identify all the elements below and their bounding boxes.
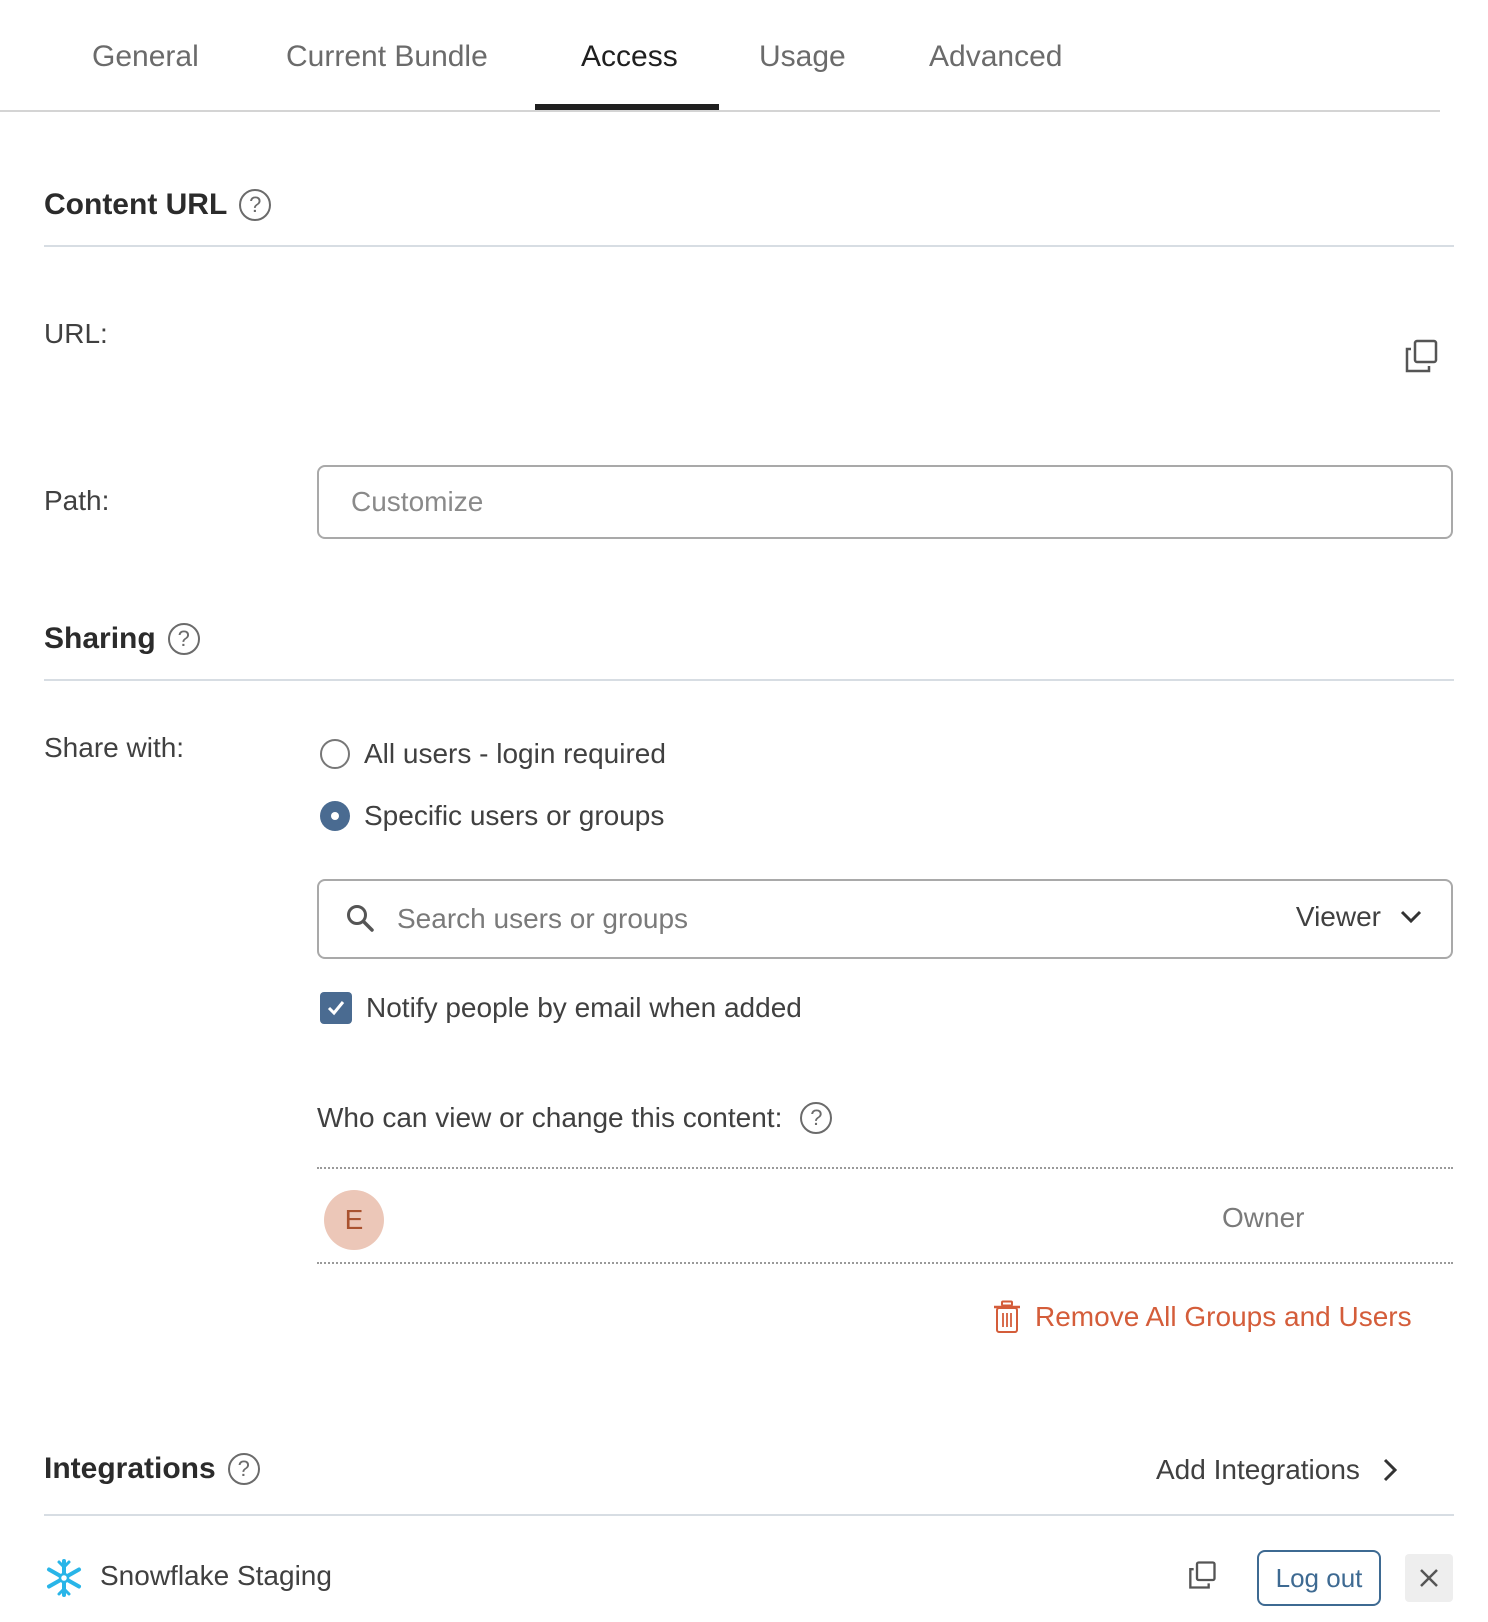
radio-all-users[interactable]: All users - login required <box>320 738 666 770</box>
close-icon <box>1420 1569 1438 1587</box>
radio-button[interactable] <box>320 739 350 769</box>
tab-usage[interactable]: Usage <box>759 40 846 74</box>
radio-label: Specific users or groups <box>364 800 665 831</box>
dotted-divider <box>317 1262 1453 1264</box>
permissions-heading: Who can view or change this content: ? <box>317 1102 833 1134</box>
tab-current-bundle[interactable]: Current Bundle <box>286 40 488 74</box>
role-dropdown[interactable]: Viewer <box>1296 901 1423 933</box>
who-label-text: Who can view or change this content: <box>317 1102 783 1133</box>
help-icon[interactable]: ? <box>239 189 272 221</box>
member-role: Owner <box>1222 1202 1305 1233</box>
avatar: E <box>324 1190 384 1250</box>
snowflake-icon <box>47 1559 81 1597</box>
copy-integration-button[interactable] <box>1187 1560 1217 1595</box>
radio-label: All users - login required <box>364 738 666 769</box>
content-url-heading: Content URL ? <box>44 188 272 222</box>
help-icon[interactable]: ? <box>167 623 200 655</box>
integrations-title: Integrations <box>44 1452 216 1485</box>
remove-all-label: Remove All Groups and Users <box>1035 1301 1412 1332</box>
notify-checkbox[interactable] <box>320 992 352 1024</box>
help-icon[interactable]: ? <box>227 1453 260 1485</box>
role-selected-value: Viewer <box>1295 901 1381 932</box>
checkmark-icon <box>327 1001 345 1016</box>
user-search-box: Viewer <box>317 879 1453 959</box>
radio-specific-users[interactable]: Specific users or groups <box>320 800 664 832</box>
integration-row: Snowflake Staging Log out <box>44 1540 1454 1622</box>
copy-icon <box>1189 1561 1216 1589</box>
tab-advanced[interactable]: Advanced <box>929 40 1062 74</box>
add-integrations-button[interactable]: Add Integrations <box>1156 1454 1398 1486</box>
trash-icon <box>994 1300 1020 1333</box>
share-with-label: Share with: <box>44 732 185 763</box>
radio-button-selected[interactable] <box>320 801 350 831</box>
integrations-heading: Integrations ? <box>44 1452 260 1486</box>
chevron-right-icon <box>1383 1458 1398 1482</box>
divider <box>44 245 1454 247</box>
url-label: URL: <box>44 318 108 349</box>
integration-name: Snowflake Staging <box>100 1560 332 1591</box>
notify-checkbox-row[interactable]: Notify people by email when added <box>320 992 802 1024</box>
copy-icon <box>1405 339 1438 373</box>
dotted-divider <box>317 1167 1453 1169</box>
sharing-title: Sharing <box>44 622 156 655</box>
tab-bar: General Current Bundle Access Usage Adva… <box>0 0 1440 112</box>
help-icon[interactable]: ? <box>800 1102 833 1134</box>
path-input[interactable] <box>317 465 1453 539</box>
remove-all-button[interactable]: Remove All Groups and Users <box>993 1300 1412 1334</box>
tab-access[interactable]: Access <box>581 40 678 74</box>
copy-url-button[interactable] <box>1403 338 1439 379</box>
path-label: Path: <box>44 485 110 516</box>
active-tab-indicator <box>535 104 719 110</box>
divider <box>44 1514 1454 1516</box>
add-integrations-label: Add Integrations <box>1156 1454 1360 1485</box>
notify-label: Notify people by email when added <box>366 992 802 1023</box>
content-url-title: Content URL <box>44 188 228 221</box>
sharing-heading: Sharing ? <box>44 622 200 656</box>
divider <box>44 679 1454 681</box>
tab-general[interactable]: General <box>92 40 199 74</box>
chevron-down-icon <box>1400 910 1422 924</box>
logout-button[interactable]: Log out <box>1257 1550 1381 1606</box>
search-input[interactable] <box>397 881 1217 957</box>
remove-integration-button[interactable] <box>1405 1554 1453 1602</box>
search-icon <box>347 905 374 932</box>
